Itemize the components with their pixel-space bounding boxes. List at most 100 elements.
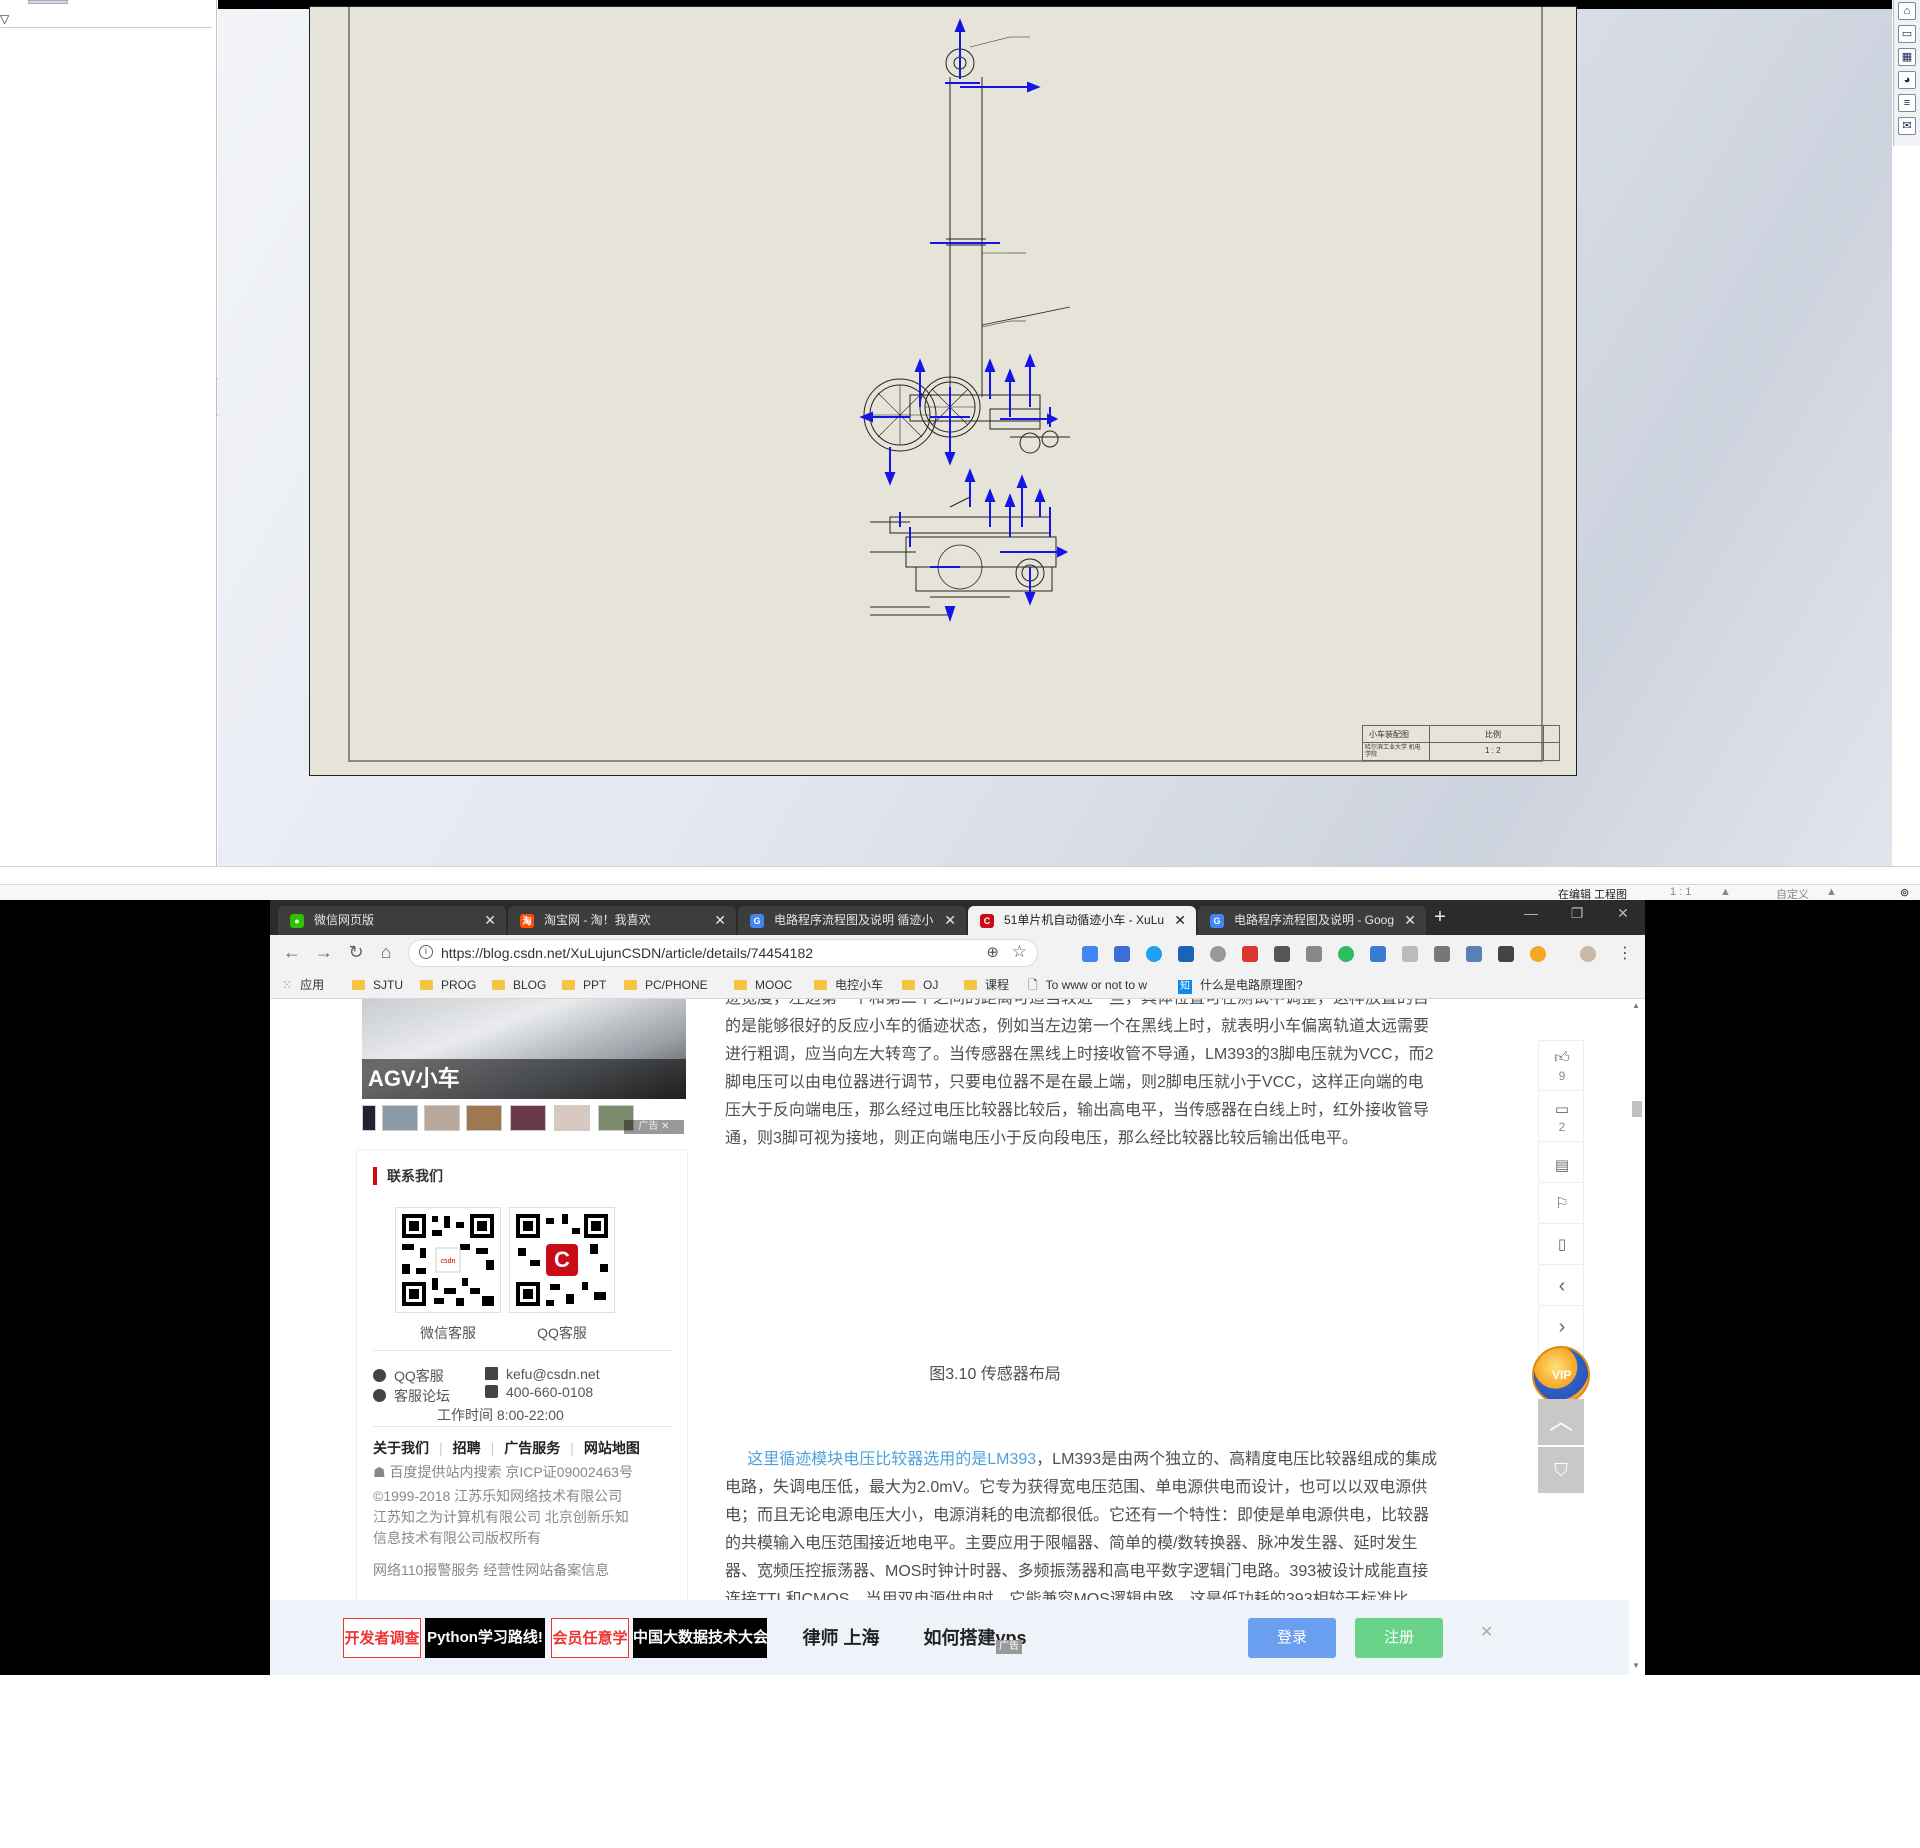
appearance-icon[interactable]: ◕ [1898, 71, 1916, 89]
ad-thumbnail[interactable] [362, 1105, 376, 1131]
ad-thumbnail[interactable] [510, 1105, 546, 1131]
feature-manager-panel[interactable]: ▽ [0, 0, 217, 866]
bookmark-folder[interactable]: PPT [562, 976, 606, 994]
tab-wechat[interactable]: ● 微信网页版 ✕ [278, 906, 506, 935]
mail-icon[interactable] [1306, 946, 1322, 962]
mobile-button[interactable]: ▯ [1539, 1225, 1585, 1265]
forward-arrow-icon[interactable]: → [312, 941, 336, 965]
avatar[interactable] [1580, 946, 1596, 962]
vip-badge[interactable]: VIP [1532, 1346, 1590, 1404]
extension-icon[interactable] [1530, 946, 1546, 962]
contact-email[interactable]: kefu@csdn.net [485, 1366, 600, 1382]
extension-icon[interactable] [1274, 946, 1290, 962]
ad-tag[interactable]: 广告 ✕ [624, 1120, 684, 1134]
extension-icon[interactable] [1370, 946, 1386, 962]
close-icon[interactable]: ✕ [944, 906, 956, 935]
ad-thumbnail[interactable] [554, 1105, 590, 1131]
toc-button[interactable]: ▤ [1539, 1143, 1585, 1183]
properties-icon[interactable]: ≡ [1898, 94, 1916, 112]
drawing-sheet[interactable]: 小车装配图 比例 1 : 2 哈尔滨工业大学 机电学院 [309, 6, 1577, 776]
bookmark-folder[interactable]: OJ [902, 976, 938, 994]
close-window-button[interactable]: ✕ [1600, 900, 1645, 930]
promo-membership[interactable]: 会员任意学 [551, 1618, 629, 1658]
ad-thumbnail[interactable] [424, 1105, 460, 1131]
ad-caption[interactable]: AGV小车 [362, 1059, 686, 1099]
filter-row[interactable]: ▽ [0, 0, 212, 28]
zoom-icon[interactable]: ⊕ [986, 943, 999, 961]
close-icon[interactable]: ✕ [1480, 1622, 1493, 1642]
new-tab-button[interactable]: + [1428, 906, 1452, 930]
scroll-up-arrow-icon[interactable]: ▲ [1632, 1001, 1640, 1010]
maximize-button[interactable]: ❐ [1554, 900, 1600, 930]
tab-google-search-1[interactable]: G 电路程序流程图及说明 循迹小车 ✕ [738, 906, 966, 935]
bookmark-apps[interactable]: ⁙ 应用 [282, 976, 324, 994]
scroll-down-arrow-icon[interactable]: ▼ [1632, 1661, 1640, 1670]
footer-police[interactable]: 网络110报警服务 经营性网站备案信息 [373, 1560, 609, 1580]
promo-developer-survey[interactable]: 开发者调查 [343, 1618, 421, 1658]
sidebar-ad[interactable]: AGV小车 [360, 999, 686, 1131]
login-button[interactable]: 登录 [1248, 1618, 1336, 1658]
folder-icon[interactable]: ▭ [1898, 25, 1916, 43]
page-scrollbar[interactable]: ▲ ▼ [1629, 999, 1645, 1675]
promo-bigdata-conf[interactable]: 中国大数据技术大会 [633, 1618, 768, 1658]
bookmark-button[interactable]: ⚐ [1539, 1184, 1585, 1224]
link-jobs[interactable]: 招聘 [453, 1440, 481, 1456]
home-icon[interactable]: ⌂ [374, 941, 398, 965]
status-scale[interactable]: 1 : 1 [1670, 886, 1691, 898]
extension-icon[interactable] [1114, 946, 1130, 962]
bookmark-folder[interactable]: MOOC [734, 976, 792, 994]
scrollbar-thumb[interactable] [1632, 1101, 1642, 1117]
tab-csdn-article[interactable]: C 51单片机自动循迹小车 - XuLujun ✕ [968, 906, 1196, 935]
bookmark-folder[interactable]: BLOG [492, 976, 546, 994]
link-ads[interactable]: 广告服务 [504, 1440, 560, 1456]
close-icon[interactable]: ✕ [714, 906, 726, 935]
evernote-icon[interactable] [1338, 946, 1354, 962]
menu-dots-icon[interactable]: ⋮ [1617, 943, 1633, 963]
promo-python-path[interactable]: Python学习路线! [425, 1618, 545, 1658]
funnel-icon[interactable]: ▽ [0, 12, 9, 26]
close-icon[interactable]: ✕ [1174, 906, 1186, 935]
extension-icon[interactable] [1146, 946, 1162, 962]
contact-qq[interactable]: QQ客服 [373, 1366, 444, 1386]
promo-lawyer[interactable]: 律师 上海 [791, 1618, 891, 1658]
report-button[interactable]: ⛉ [1538, 1447, 1584, 1493]
minimize-button[interactable]: — [1508, 900, 1554, 930]
article-link[interactable]: 这里循迹模块电压比较器选用的是LM393 [747, 1451, 1036, 1468]
extension-icon[interactable] [1082, 946, 1098, 962]
bookmark-zhihu[interactable]: 知什么是电路原理图? [1178, 976, 1303, 994]
bookmark-folder[interactable]: PROG [420, 976, 476, 994]
extension-icon[interactable] [1466, 946, 1482, 962]
bookmark-page[interactable]: 🗋 To www or not to w [1028, 976, 1147, 994]
comment-button[interactable]: ▭ 2 [1539, 1092, 1585, 1142]
tab-taobao[interactable]: 淘 淘宝网 - 淘！我喜欢 ✕ [508, 906, 736, 935]
home-icon[interactable]: ⌂ [1898, 2, 1916, 20]
close-icon[interactable]: ✕ [1404, 906, 1416, 935]
url-text[interactable]: https://blog.csdn.net/XuLujunCSDN/articl… [441, 945, 813, 961]
extension-icon[interactable] [1402, 946, 1418, 962]
ad-thumbnail[interactable] [382, 1105, 418, 1131]
chevron-up-icon[interactable]: ▲ [1720, 886, 1731, 898]
reload-icon[interactable]: ↻ [344, 941, 368, 965]
forum-icon[interactable]: ✉ [1898, 117, 1916, 135]
register-button[interactable]: 注册 [1355, 1618, 1443, 1658]
extension-icon[interactable] [1434, 946, 1450, 962]
bookmark-folder[interactable]: 课程 [964, 976, 1009, 994]
extension-icon[interactable] [1178, 946, 1194, 962]
bookmark-folder[interactable]: 电控小车 [814, 976, 883, 994]
extension-icon[interactable] [1498, 946, 1514, 962]
address-bar[interactable]: i https://blog.csdn.net/XuLujunCSDN/arti… [408, 939, 1038, 967]
chevron-up-icon[interactable]: ▲ [1826, 886, 1837, 898]
bookmark-folder[interactable]: SJTU [352, 976, 403, 994]
info-icon[interactable]: i [419, 945, 433, 959]
back-arrow-icon[interactable]: ← [280, 941, 304, 965]
ad-thumbnail[interactable] [466, 1105, 502, 1131]
close-icon[interactable]: ✕ [484, 906, 496, 935]
extension-icon[interactable] [1210, 946, 1226, 962]
bookmark-star-icon[interactable]: ☆ [1012, 942, 1027, 962]
bookmark-folder[interactable]: PC/PHONE [624, 976, 708, 994]
extension-icon[interactable] [1242, 946, 1258, 962]
like-button[interactable]: 👍︎ 9 [1539, 1041, 1585, 1091]
link-sitemap[interactable]: 网站地图 [584, 1440, 640, 1456]
help-icon[interactable]: ⊚ [1900, 886, 1909, 899]
prev-button[interactable]: ‹ [1539, 1266, 1585, 1306]
